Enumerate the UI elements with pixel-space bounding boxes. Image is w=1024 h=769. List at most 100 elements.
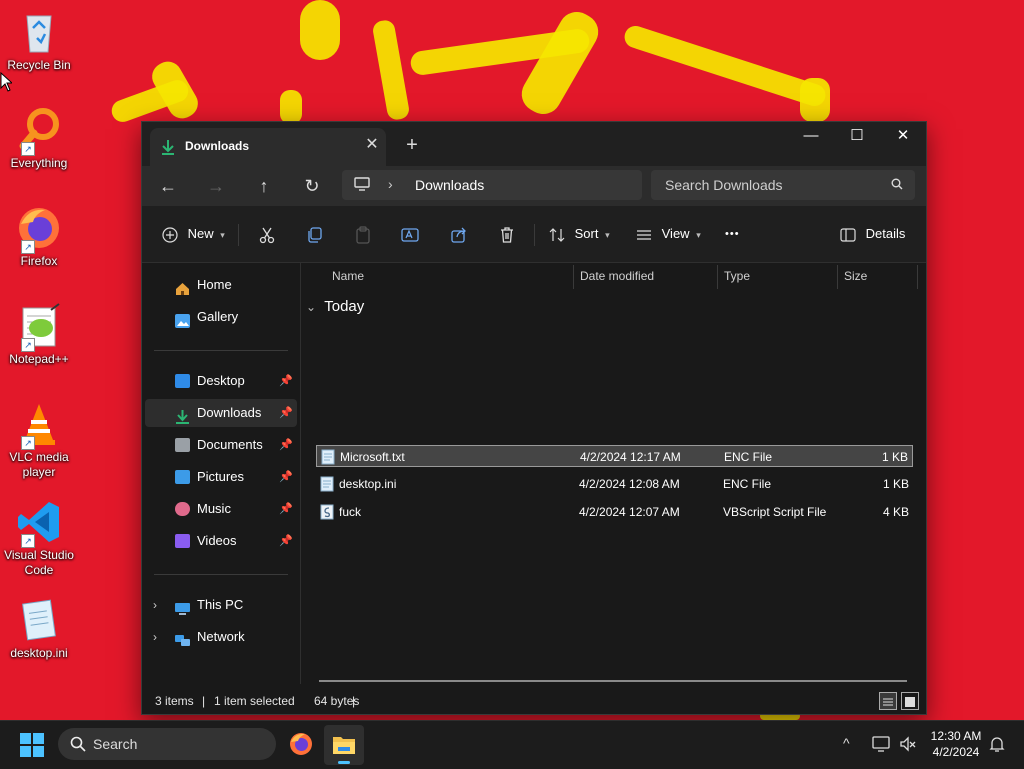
column-header-type[interactable]: Type xyxy=(724,269,750,283)
sidebar-item-this-pc[interactable]: › This PC xyxy=(145,591,297,619)
navigation-pane: Home Gallery Desktop 📌 Downloads 📌 Docum… xyxy=(142,263,300,684)
sidebar-item-downloads[interactable]: Downloads 📌 xyxy=(145,399,297,427)
back-button[interactable]: ← xyxy=(152,172,184,200)
column-header-size[interactable]: Size xyxy=(844,269,867,283)
notifications-bell-icon[interactable] xyxy=(988,735,1006,758)
copy-button[interactable] xyxy=(306,220,324,248)
desktop-icon-notepadpp[interactable]: ↗ Notepad++ xyxy=(0,302,78,367)
network-icon xyxy=(175,630,190,646)
volume-muted-icon[interactable] xyxy=(899,735,917,758)
tiles-view-button[interactable] xyxy=(901,692,919,710)
paste-button[interactable] xyxy=(354,220,372,248)
sort-button[interactable]: Sort ▾ xyxy=(549,220,610,248)
desktop-icon-desktop-ini[interactable]: desktop.ini xyxy=(0,596,78,661)
column-header-date-modified[interactable]: Date modified xyxy=(580,269,654,283)
pin-icon[interactable]: 📌 xyxy=(279,463,293,491)
sidebar-item-label: Desktop xyxy=(197,373,245,388)
details-pane-button[interactable]: Details xyxy=(840,220,905,248)
view-button[interactable]: View ▾ xyxy=(636,220,701,248)
details-view-icon xyxy=(883,698,893,706)
home-icon xyxy=(175,278,190,295)
file-size: 4 KB xyxy=(882,505,909,519)
details-pane-icon xyxy=(840,227,856,242)
start-button[interactable] xyxy=(20,733,44,762)
sidebar-item-documents[interactable]: Documents 📌 xyxy=(145,431,297,459)
taskbar-search[interactable]: Search xyxy=(58,728,276,760)
taskbar-file-explorer[interactable] xyxy=(324,725,364,765)
maximize-button[interactable]: ☐ xyxy=(834,122,880,152)
expand-chevron-icon[interactable]: › xyxy=(153,623,157,651)
sidebar-item-label: Pictures xyxy=(197,469,244,484)
desktop-icon-vscode[interactable]: ↗ Visual Studio Code xyxy=(0,498,78,578)
sidebar-item-videos[interactable]: Videos 📌 xyxy=(145,527,297,555)
table-row[interactable]: desktop.ini 4/2/2024 12:08 AM ENC File 1… xyxy=(316,473,913,495)
sidebar-item-music[interactable]: Music 📌 xyxy=(145,495,297,523)
file-list: Name Date modified Type Size ⌄ Today Mic… xyxy=(301,263,926,684)
column-divider[interactable] xyxy=(837,265,838,289)
tab-downloads[interactable]: Downloads ✕ xyxy=(150,128,386,166)
group-header-today[interactable]: ⌄ Today xyxy=(306,298,364,315)
firefox-icon xyxy=(290,733,312,755)
text-file-icon xyxy=(321,449,335,465)
sidebar-item-desktop[interactable]: Desktop 📌 xyxy=(145,367,297,395)
search-box[interactable]: Search Downloads xyxy=(651,170,915,200)
up-button[interactable]: ↑ xyxy=(248,172,280,200)
desktop-icon-recycle-bin[interactable]: Recycle Bin xyxy=(0,8,78,73)
minimize-button[interactable]: — xyxy=(788,122,834,152)
desktop-icon-label: Everything xyxy=(10,156,68,170)
sidebar-item-label: Documents xyxy=(197,437,263,452)
column-header-name[interactable]: Name xyxy=(332,269,364,283)
share-button[interactable] xyxy=(450,220,468,248)
desktop-icon-vlc[interactable]: ↗ VLC media player xyxy=(0,400,78,480)
new-tab-button[interactable]: + xyxy=(400,134,424,158)
pin-icon[interactable]: 📌 xyxy=(279,495,293,523)
sort-label: Sort xyxy=(574,226,599,241)
pin-icon[interactable]: 📌 xyxy=(279,399,293,427)
sidebar-item-gallery[interactable]: Gallery xyxy=(145,303,297,331)
column-divider[interactable] xyxy=(917,265,918,289)
sidebar-item-home[interactable]: Home xyxy=(145,271,297,299)
tray-display-icon[interactable] xyxy=(872,735,890,758)
sidebar-item-network[interactable]: › Network xyxy=(145,623,297,651)
close-button[interactable]: ✕ xyxy=(880,122,926,152)
pin-icon[interactable]: 📌 xyxy=(279,367,293,395)
more-options-button[interactable]: ••• xyxy=(725,220,740,248)
desktop-icon-everything[interactable]: ↗ Everything xyxy=(0,106,78,171)
horizontal-scrollbar[interactable] xyxy=(319,680,907,682)
cut-button[interactable] xyxy=(258,220,276,248)
table-row[interactable]: fuck 4/2/2024 12:07 AM VBScript Script F… xyxy=(316,501,913,523)
delete-button[interactable] xyxy=(498,220,516,248)
vlc-icon: ↗ xyxy=(15,400,63,450)
taskbar-firefox[interactable] xyxy=(288,731,314,762)
taskbar-search-input[interactable]: Search xyxy=(93,736,137,752)
new-button[interactable]: New ▾ xyxy=(162,220,225,248)
command-bar: New ▾ Sort ▾ View ▾ ••• Details xyxy=(142,206,926,263)
details-view-button[interactable] xyxy=(879,692,897,710)
breadcrumb[interactable]: Downloads xyxy=(415,177,484,193)
address-bar[interactable]: › Downloads xyxy=(342,170,642,200)
column-divider[interactable] xyxy=(573,265,574,289)
pin-icon[interactable]: 📌 xyxy=(279,431,293,459)
show-hidden-icons-button[interactable]: ^ xyxy=(843,735,850,751)
search-input[interactable]: Search Downloads xyxy=(665,177,783,193)
tab-close-button[interactable]: ✕ xyxy=(362,135,382,155)
expand-chevron-icon[interactable]: › xyxy=(153,591,157,619)
rename-button[interactable] xyxy=(401,220,419,248)
sidebar-item-pictures[interactable]: Pictures 📌 xyxy=(145,463,297,491)
desktop-icon-firefox[interactable]: ↗ Firefox xyxy=(0,204,78,269)
forward-button[interactable]: → xyxy=(200,172,232,200)
desktop-icon-label: Visual Studio Code xyxy=(4,548,74,577)
pin-icon[interactable]: 📌 xyxy=(279,527,293,555)
desktop-folder-icon xyxy=(175,374,190,388)
column-divider[interactable] xyxy=(717,265,718,289)
sidebar-item-label: Network xyxy=(197,629,245,644)
file-date: 4/2/2024 12:07 AM xyxy=(579,505,680,519)
table-row[interactable]: Microsoft.txt 4/2/2024 12:17 AM ENC File… xyxy=(316,445,913,467)
collapse-chevron-icon[interactable]: ⌄ xyxy=(306,300,316,314)
file-type: ENC File xyxy=(723,477,772,491)
windows-logo-icon xyxy=(20,733,44,757)
file-size: 1 KB xyxy=(882,477,909,491)
taskbar-clock[interactable]: 12:30 AM 4/2/2024 xyxy=(924,728,988,760)
notepad-file-icon xyxy=(15,596,63,644)
refresh-button[interactable]: ↻ xyxy=(296,172,328,200)
